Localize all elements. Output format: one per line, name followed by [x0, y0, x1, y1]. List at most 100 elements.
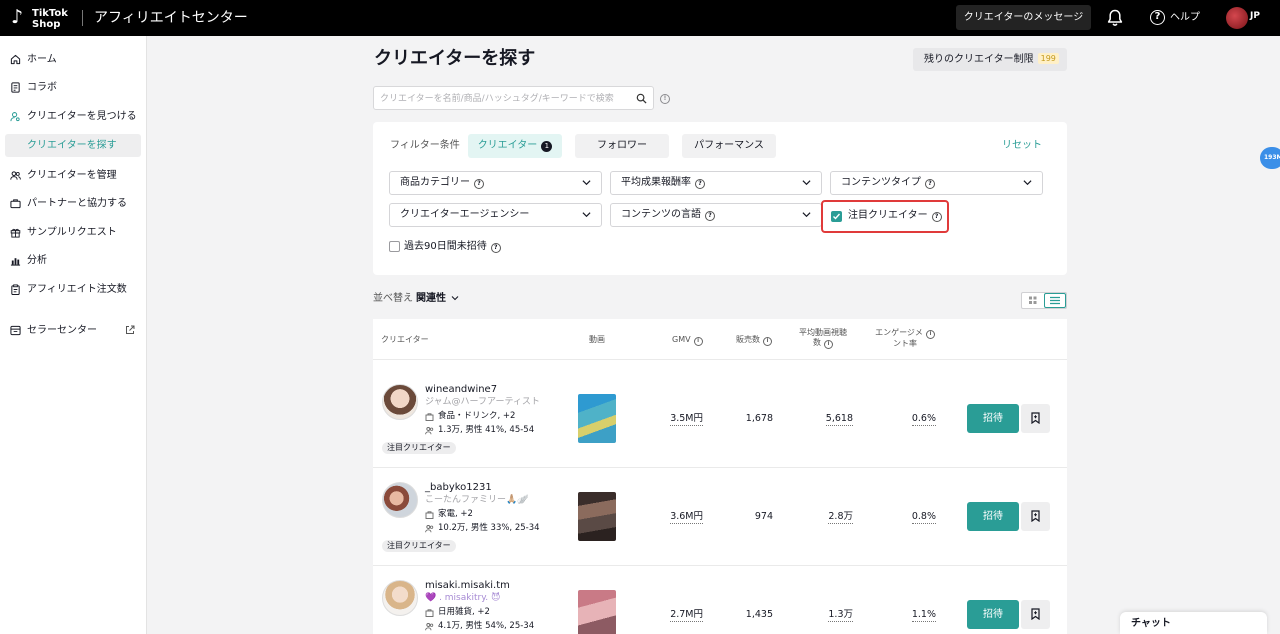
sort-control[interactable]: 並べ替え 関連性 — [373, 293, 459, 305]
clipboard-icon — [11, 284, 20, 295]
dropdown-creator-agency[interactable]: クリエイターエージェンシー — [389, 203, 602, 227]
question-icon: ? — [705, 211, 715, 221]
invite-button[interactable]: 招待 — [967, 502, 1019, 531]
bookmark-button[interactable] — [1021, 404, 1050, 433]
bookmark-button[interactable] — [1021, 600, 1050, 629]
table-row[interactable]: misaki.misaki.tm 💜 . misakitry. 😈 日用雑貨, … — [373, 566, 1067, 634]
avg-views-value[interactable]: 1.3万 — [828, 609, 853, 622]
list-icon — [1050, 296, 1060, 305]
column-header-engagement[interactable]: エンゲージメ i ント率 — [872, 328, 938, 349]
engagement-value[interactable]: 1.1% — [911, 609, 936, 622]
engagement-value[interactable]: 0.6% — [911, 413, 936, 426]
search-icon[interactable] — [636, 93, 647, 104]
column-header-avg-views-line2: 数 — [813, 338, 821, 347]
sidebar-item-analytics[interactable]: 分析 — [5, 249, 141, 272]
sidebar-item-affiliate-orders[interactable]: アフィリエイト注文数 — [5, 278, 141, 301]
dropdown-avg-commission[interactable]: 平均成果報酬率? — [610, 171, 822, 195]
sort-label: 並べ替え — [373, 293, 413, 304]
search-info-icon[interactable]: ! — [660, 94, 670, 104]
column-header-sales[interactable]: 販売数 i — [736, 335, 772, 346]
avg-views-value[interactable]: 5,618 — [825, 413, 853, 426]
tab-follower[interactable]: フォロワー — [575, 134, 669, 158]
sidebar-item-find-creators[interactable]: クリエイターを見つける — [5, 105, 141, 128]
gmv-value[interactable]: 3.5M円 — [670, 413, 703, 426]
tab-performance[interactable]: パフォーマンス — [682, 134, 776, 158]
sort-value: 関連性 — [416, 293, 446, 304]
help-button[interactable]: ? ヘルプ — [1150, 9, 1200, 27]
sidebar-item-seller-center[interactable]: セラーセンター — [5, 319, 141, 342]
table-row[interactable]: _babyko1231 こーたんファミリー🙏🏼🪽 家電, +2 10.2万, 男… — [373, 468, 1067, 566]
video-thumbnail[interactable] — [578, 492, 616, 541]
invite-button[interactable]: 招待 — [967, 600, 1019, 629]
video-thumbnail[interactable] — [578, 394, 616, 443]
sidebar-item-label: サンプルリクエスト — [27, 227, 117, 238]
creator-avatar[interactable] — [382, 580, 418, 616]
column-header-gmv[interactable]: GMV i — [672, 335, 703, 346]
creator-messages-button[interactable]: クリエイターのメッセージ — [956, 5, 1091, 30]
creator-name[interactable]: wineandwine7 — [425, 384, 497, 396]
sidebar-item-sample-request[interactable]: サンプルリクエスト — [5, 221, 141, 244]
chevron-down-icon — [1023, 180, 1032, 186]
tiktok-shop-logo[interactable]: ♪ TikTok Shop — [11, 5, 71, 31]
sidebar-item-search-creators[interactable]: クリエイターを探す — [5, 134, 141, 157]
column-header-avg-views[interactable]: 平均動画視聴 数i — [792, 328, 854, 349]
creator-category-text: 食品・ドリンク, +2 — [438, 411, 516, 421]
dropdown-content-type[interactable]: コンテンツタイプ? — [830, 171, 1043, 195]
question-icon: ? — [695, 179, 705, 189]
creator-name[interactable]: misaki.misaki.tm — [425, 580, 510, 592]
gmv-value[interactable]: 2.7M円 — [670, 609, 703, 622]
sidebar-item-collab[interactable]: コラボ — [5, 76, 141, 99]
sidebar: ホーム コラボ クリエイターを見つける クリエイターを探す クリエイターを管理 … — [0, 36, 147, 634]
bell-icon[interactable] — [1107, 9, 1123, 27]
reset-link[interactable]: リセット — [1002, 140, 1042, 152]
sidebar-item-home[interactable]: ホーム — [5, 48, 141, 71]
bookmark-button[interactable] — [1021, 502, 1050, 531]
region-label[interactable]: JP — [1250, 11, 1260, 21]
account-avatar[interactable] — [1226, 7, 1248, 29]
bookmark-icon — [1031, 412, 1040, 424]
featured-creator-filter[interactable]: 注目クリエイター? — [821, 200, 949, 233]
sidebar-item-label: クリエイターを見つける — [27, 111, 137, 122]
floating-badge[interactable]: 193M — [1260, 147, 1280, 169]
grid-icon — [1029, 296, 1037, 304]
creator-avatar[interactable] — [382, 482, 418, 518]
column-header-creator: クリエイター — [381, 335, 429, 344]
gmv-value[interactable]: 3.6M円 — [670, 511, 703, 524]
tiktok-note-icon: ♪ — [11, 6, 24, 28]
people-icon — [425, 623, 434, 631]
past-90-days-checkbox[interactable] — [389, 241, 400, 252]
sales-value: 1,678 — [745, 413, 773, 424]
bag-icon — [425, 413, 434, 421]
dropdown-product-category[interactable]: 商品カテゴリー? — [389, 171, 602, 195]
people-icon — [425, 525, 434, 533]
featured-creator-checkbox[interactable] — [831, 211, 842, 222]
search-box[interactable] — [373, 86, 654, 110]
table-row[interactable]: wineandwine7 ジャム@ハーフアーティスト 食品・ドリンク, +2 1… — [373, 370, 1067, 468]
chat-widget[interactable]: チャット — [1120, 612, 1267, 634]
grid-view-button[interactable] — [1022, 293, 1044, 308]
dropdown-content-language[interactable]: コンテンツの言語? — [610, 203, 822, 227]
tab-creator[interactable]: クリエイター 1 — [468, 134, 562, 158]
creator-demographics: 4.1万, 男性 54%, 25-34 — [425, 621, 534, 632]
sidebar-item-label: 分析 — [27, 255, 47, 266]
sidebar-item-manage-creators[interactable]: クリエイターを管理 — [5, 164, 141, 187]
help-label: ヘルプ — [1170, 12, 1200, 23]
creator-limit-button[interactable]: 残りのクリエイター制限 199 — [913, 48, 1067, 71]
sidebar-item-partners[interactable]: パートナーと協力する — [5, 192, 141, 215]
creator-name[interactable]: _babyko1231 — [425, 482, 492, 494]
list-view-button[interactable] — [1044, 293, 1066, 308]
search-input[interactable] — [380, 91, 626, 106]
invite-button[interactable]: 招待 — [967, 404, 1019, 433]
creator-avatar[interactable] — [382, 384, 418, 420]
gift-icon — [10, 228, 21, 238]
engagement-value[interactable]: 0.8% — [911, 511, 936, 524]
creator-demographics-text: 1.3万, 男性 41%, 45-54 — [438, 425, 535, 435]
video-thumbnail[interactable] — [578, 590, 616, 634]
creator-category-text: 家電, +2 — [438, 509, 473, 519]
bag-icon — [425, 609, 434, 617]
question-icon: ? — [490, 243, 501, 253]
avg-views-value[interactable]: 2.8万 — [828, 511, 853, 524]
creator-nickname: ジャム@ハーフアーティスト — [425, 397, 540, 407]
chevron-down-icon — [582, 180, 591, 186]
chart-icon — [10, 258, 21, 266]
